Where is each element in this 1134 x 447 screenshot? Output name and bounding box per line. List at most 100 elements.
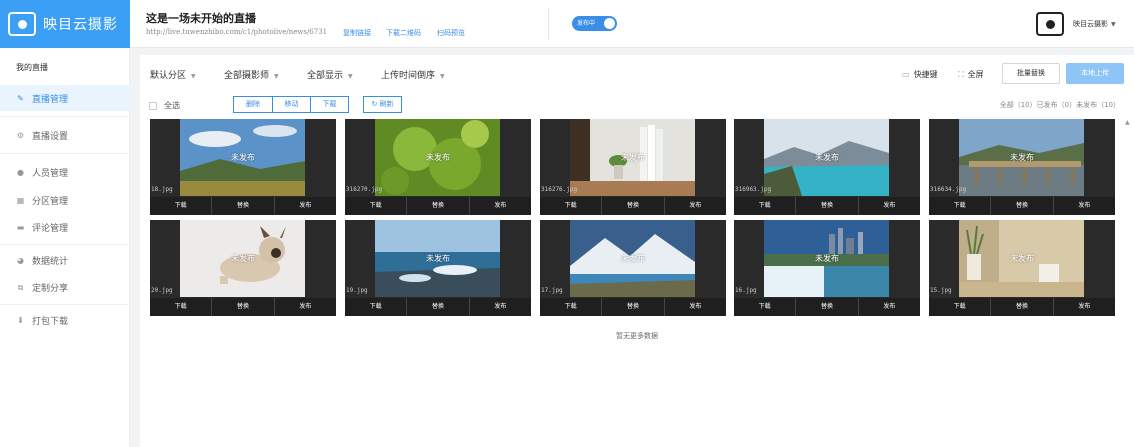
- card-publish-button[interactable]: 发布: [665, 298, 726, 316]
- photo-card[interactable]: 未发布 16.jpg 下载 替换 发布: [734, 220, 920, 316]
- status-badge: 未发布: [815, 254, 839, 263]
- card-download-button[interactable]: 下载: [929, 197, 992, 215]
- card-replace-button[interactable]: 替换: [602, 298, 665, 316]
- action-button-group: 删除 移动 下载: [233, 96, 349, 113]
- card-publish-button[interactable]: 发布: [1054, 197, 1115, 215]
- sidebar-item-label: 定制分享: [32, 283, 69, 294]
- brand-logo[interactable]: 映目云摄影: [0, 0, 130, 48]
- keyboard-icon: ▭: [902, 70, 910, 79]
- status-badge: 未发布: [815, 153, 839, 162]
- filter-photographer[interactable]: 全部摄影师 ▼: [224, 68, 279, 81]
- card-download-button[interactable]: 下载: [345, 298, 408, 316]
- sidebar-item-live-management[interactable]: ✎ 直播管理: [0, 85, 130, 111]
- sidebar-item-statistics[interactable]: ◕ 数据统计: [0, 247, 130, 273]
- file-name: 316270.jpg: [346, 186, 383, 193]
- status-badge: 未发布: [1010, 153, 1034, 162]
- filter-label: 上传时间倒序: [381, 71, 436, 81]
- card-replace-button[interactable]: 替换: [991, 298, 1054, 316]
- card-publish-button[interactable]: 发布: [859, 298, 920, 316]
- photo-card[interactable]: 未发布 316963.jpg 下载 替换 发布: [734, 119, 920, 215]
- card-download-button[interactable]: 下载: [540, 197, 603, 215]
- card-download-button[interactable]: 下载: [150, 298, 213, 316]
- sidebar-item-personnel[interactable]: ● 人员管理: [0, 159, 130, 185]
- edit-icon: ✎: [17, 93, 24, 103]
- card-publish-button[interactable]: 发布: [275, 197, 336, 215]
- photo-card[interactable]: 未发布 19.jpg 下载 替换 发布: [345, 220, 531, 316]
- copy-link[interactable]: 复制链接: [343, 28, 371, 38]
- card-replace-button[interactable]: 替换: [796, 298, 859, 316]
- filter-partition[interactable]: 默认分区 ▼: [150, 68, 196, 81]
- card-download-button[interactable]: 下载: [540, 298, 603, 316]
- photo-card[interactable]: 未发布 20.jpg 下载 替换 发布: [150, 220, 336, 316]
- local-upload-button[interactable]: 本地上传: [1066, 63, 1124, 84]
- refresh-icon: ↻: [371, 100, 380, 108]
- divider: [0, 244, 130, 245]
- filter-label: 全部摄影师: [224, 71, 270, 81]
- sidebar-item-pack-download[interactable]: ⬇ 打包下载: [0, 307, 130, 333]
- scrollbar[interactable]: ▲: [1125, 117, 1132, 447]
- sidebar-item-comments[interactable]: ▬ 评论管理: [0, 214, 130, 240]
- shortcut-button[interactable]: ▭ 快捷键: [902, 69, 938, 80]
- user-menu[interactable]: 映目云摄影 ▼: [1036, 12, 1116, 36]
- card-download-button[interactable]: 下载: [734, 197, 797, 215]
- photo-card[interactable]: 未发布 316270.jpg 下载 替换 发布: [345, 119, 531, 215]
- card-publish-button[interactable]: 发布: [470, 298, 531, 316]
- sidebar-item-label: 评论管理: [32, 223, 69, 234]
- fullscreen-icon: ⛶: [958, 70, 964, 79]
- card-download-button[interactable]: 下载: [734, 298, 797, 316]
- card-replace-button[interactable]: 替换: [602, 197, 665, 215]
- photo-card[interactable]: 未发布 18.jpg 下载 替换 发布: [150, 119, 336, 215]
- card-action-bar: 下载 替换 发布: [929, 298, 1115, 316]
- card-replace-button[interactable]: 替换: [212, 197, 275, 215]
- card-download-button[interactable]: 下载: [929, 298, 992, 316]
- photo-card[interactable]: 未发布 15.jpg 下载 替换 发布: [929, 220, 1115, 316]
- select-all[interactable]: 全选: [149, 100, 180, 111]
- scan-preview-link[interactable]: 扫码预览: [437, 28, 465, 38]
- card-download-button[interactable]: 下载: [150, 197, 213, 215]
- stream-title: 这是一场未开始的直播: [146, 12, 256, 25]
- share-icon: ⧉: [17, 282, 24, 292]
- chevron-down-icon: ▼: [348, 73, 353, 80]
- status-badge: 未发布: [231, 254, 255, 263]
- file-name: 17.jpg: [541, 287, 563, 294]
- fullscreen-button[interactable]: ⛶ 全屏: [958, 69, 984, 80]
- publish-toggle[interactable]: 发布中: [572, 16, 617, 31]
- filter-sort[interactable]: 上传时间倒序 ▼: [381, 68, 445, 81]
- card-action-bar: 下载 替换 发布: [540, 298, 726, 316]
- card-replace-button[interactable]: 替换: [407, 197, 470, 215]
- photo-card[interactable]: 未发布 316634.jpg 下载 替换 发布: [929, 119, 1115, 215]
- card-replace-button[interactable]: 替换: [991, 197, 1054, 215]
- chevron-down-icon: ▼: [274, 73, 279, 80]
- download-qrcode-link[interactable]: 下载二维码: [386, 28, 421, 38]
- no-more-data: 暂无更多数据: [616, 332, 658, 340]
- divider: [548, 8, 549, 40]
- status-badge: 未发布: [621, 153, 645, 162]
- card-publish-button[interactable]: 发布: [859, 197, 920, 215]
- delete-button[interactable]: 删除: [233, 96, 273, 113]
- card-replace-button[interactable]: 替换: [407, 298, 470, 316]
- download-button[interactable]: 下载: [311, 96, 349, 113]
- select-all-checkbox[interactable]: [149, 101, 157, 110]
- card-replace-button[interactable]: 替换: [212, 298, 275, 316]
- filter-display[interactable]: 全部显示 ▼: [307, 68, 353, 81]
- card-download-button[interactable]: 下载: [345, 197, 408, 215]
- card-publish-button[interactable]: 发布: [275, 298, 336, 316]
- refresh-button[interactable]: ↻ 刷新: [363, 96, 402, 113]
- card-replace-button[interactable]: 替换: [796, 197, 859, 215]
- top-bar: 映目云摄影 这是一场未开始的直播 http://live.tuwenzhibo.…: [0, 0, 1134, 48]
- sidebar-item-partitions[interactable]: ▦ 分区管理: [0, 187, 130, 213]
- move-button[interactable]: 移动: [273, 96, 311, 113]
- card-publish-button[interactable]: 发布: [1054, 298, 1115, 316]
- batch-replace-button[interactable]: 批量替换: [1002, 63, 1060, 84]
- photo-card[interactable]: 未发布 17.jpg 下载 替换 发布: [540, 220, 726, 316]
- shortcut-label: 快捷键: [913, 70, 938, 79]
- status-badge: 未发布: [426, 254, 450, 263]
- photo-card[interactable]: 未发布 316276.jpg 下载 替换 发布: [540, 119, 726, 215]
- pie-chart-icon: ◕: [17, 255, 24, 265]
- card-action-bar: 下载 替换 发布: [150, 298, 336, 316]
- sidebar-item-custom-share[interactable]: ⧉ 定制分享: [0, 274, 130, 300]
- sidebar-item-live-settings[interactable]: ⚙ 直播设置: [0, 122, 130, 148]
- card-publish-button[interactable]: 发布: [470, 197, 531, 215]
- comment-icon: ▬: [16, 222, 25, 232]
- card-publish-button[interactable]: 发布: [665, 197, 726, 215]
